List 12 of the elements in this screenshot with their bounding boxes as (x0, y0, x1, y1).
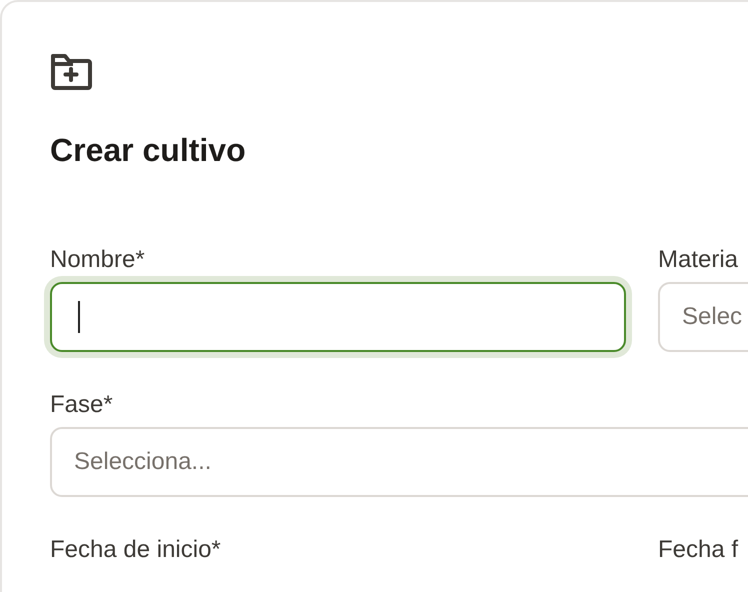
placeholder-text: Selecciona... (74, 447, 212, 477)
select-field[interactable]: Selecciona... (50, 427, 748, 497)
text-cursor (78, 301, 80, 333)
placeholder-text: Selec (682, 302, 742, 332)
select-field[interactable]: Selec (658, 282, 748, 352)
field-label: Nombre* (50, 245, 146, 275)
field-label: Fecha de inicio* (50, 535, 222, 565)
folder-plus-icon (50, 52, 92, 90)
form-title: Crear cultivo (50, 131, 247, 170)
field-label: Fecha f (658, 535, 740, 565)
field-label: Materia (658, 245, 740, 275)
field-label: Fase* (50, 390, 114, 420)
